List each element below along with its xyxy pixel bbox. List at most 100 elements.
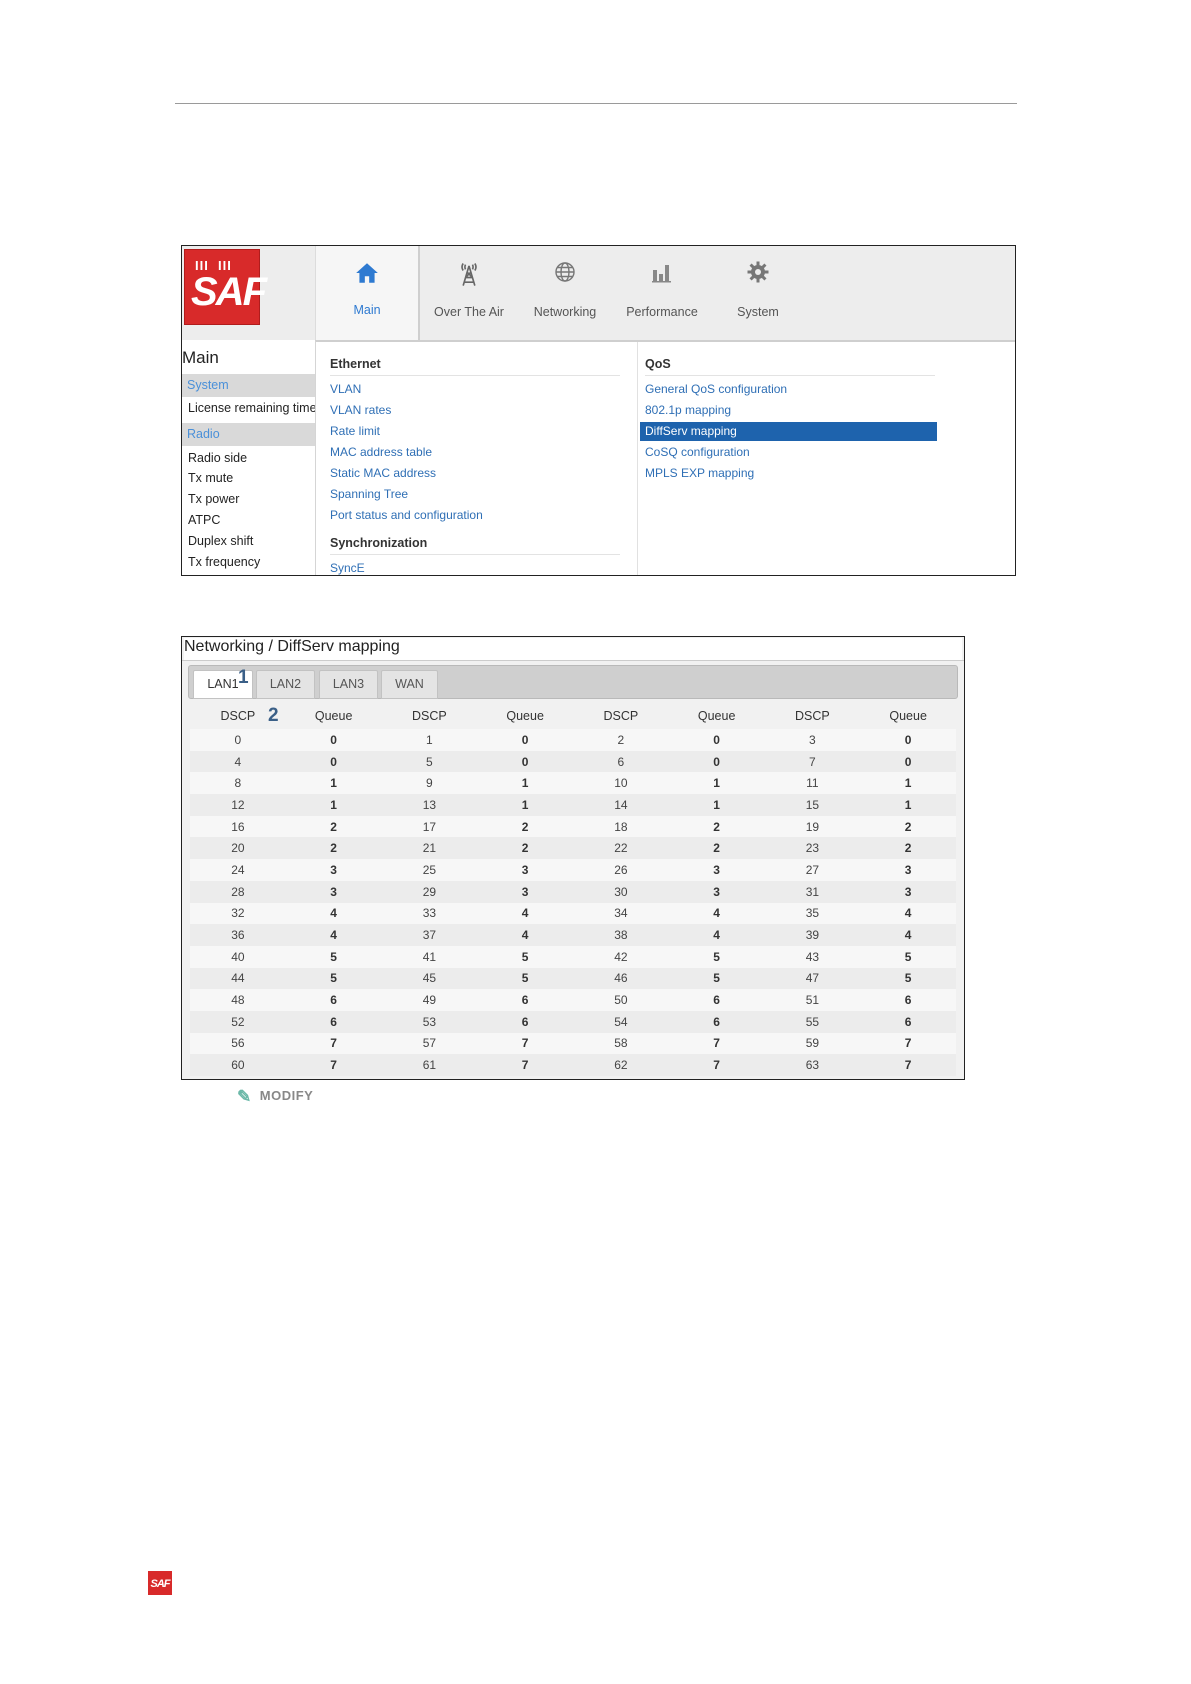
- table-row: 00102030: [190, 729, 956, 751]
- nav-system[interactable]: System: [708, 246, 808, 340]
- queue-cell: 0: [477, 729, 573, 751]
- menu-link-8021p-mapping[interactable]: 802.1p mapping: [645, 403, 731, 417]
- menu-link-diffserv-mapping[interactable]: DiffServ mapping: [640, 422, 937, 441]
- dscp-cell: 39: [764, 924, 861, 946]
- queue-cell: 4: [668, 924, 765, 946]
- menu-link-mac-address-table[interactable]: MAC address table: [330, 445, 432, 459]
- tab-lan3[interactable]: LAN3: [319, 670, 378, 699]
- queue-cell: 2: [860, 815, 956, 838]
- nav-main[interactable]: Main: [315, 246, 420, 340]
- menu-screenshot: III III SAF Main Over The Air Networking…: [181, 245, 1016, 576]
- nav-performance[interactable]: Performance: [612, 246, 712, 340]
- queue-cell: 1: [668, 794, 765, 816]
- col-header-dscp: DSCP: [220, 709, 256, 723]
- diffserv-screenshot: Networking / DiffServ mapping LAN1 LAN2 …: [181, 636, 965, 1080]
- sidebar-section-radio[interactable]: Radio: [182, 423, 315, 446]
- sidebar-item-tx-frequency[interactable]: Tx frequency: [188, 555, 260, 569]
- sidebar-title: Main: [182, 348, 219, 367]
- diffserv-table-body: 0 0 1 0 2 0 3 0 4 0 5 0 6 0 7 0 8 1 9 1 10 1 11 1 12 1 13 1 14 1 15 1 16…: [190, 729, 956, 1076]
- table-row: 36 4 37 4 38 4 39 4: [190, 924, 956, 946]
- queue-cell: 4: [860, 924, 956, 946]
- table-row: 24 3 25 3 26 3 27 3: [190, 859, 956, 881]
- dscp-cell: 51: [764, 989, 861, 1011]
- dscp-cell: 12: [190, 794, 286, 816]
- queue-cell: 4: [477, 902, 573, 925]
- modify-button[interactable]: ✎ MODIFY: [237, 1087, 313, 1107]
- queue-cell: 0: [668, 729, 765, 751]
- menu-heading-synchronization: Synchronization: [330, 536, 620, 555]
- queue-cell: 3: [860, 859, 956, 881]
- queue-cell: 4: [477, 924, 573, 946]
- nav-system-label: System: [737, 305, 779, 319]
- dscp-cell: 53: [381, 1010, 478, 1033]
- tab-lan2[interactable]: LAN2: [256, 670, 315, 699]
- queue-cell: 2: [668, 837, 765, 860]
- dscp-cell: 7: [764, 750, 861, 773]
- table-row: 28 3 29 3 30 3 31 3: [190, 880, 956, 903]
- queue-cell: 3: [668, 859, 765, 881]
- saf-logo[interactable]: III III SAF: [184, 249, 267, 325]
- queue-cell: 7: [477, 1054, 573, 1076]
- sidebar-section-system[interactable]: System: [182, 374, 315, 397]
- menu-link-port-status[interactable]: Port status and configuration: [330, 508, 483, 522]
- menu-link-general-qos[interactable]: General QoS configuration: [645, 382, 787, 396]
- menu-link-spanning-tree[interactable]: Spanning Tree: [330, 487, 408, 501]
- dscp-cell: 46: [573, 967, 669, 990]
- queue-cell: 1: [477, 772, 573, 795]
- dscp-cell: 48: [190, 989, 286, 1011]
- table-row: 8 1 9 1 10 1 11 1: [190, 772, 956, 795]
- queue-cell: 4: [285, 924, 382, 946]
- dscp-cell: 13: [381, 794, 478, 816]
- queue-cell: 3: [668, 880, 765, 903]
- header-rule: [175, 103, 1017, 104]
- menu-link-mpls-exp-mapping[interactable]: MPLS EXP mapping: [645, 466, 754, 480]
- title-divider: [182, 660, 964, 661]
- queue-cell: 6: [668, 989, 765, 1011]
- dscp-cell: 42: [573, 945, 669, 968]
- menu-link-vlan[interactable]: VLAN: [330, 382, 361, 396]
- menu-link-cosq-configuration[interactable]: CoSQ configuration: [645, 445, 750, 459]
- queue-cell: 2: [477, 837, 573, 860]
- queue-cell: 1: [285, 794, 382, 816]
- menu-heading-ethernet: Ethernet: [330, 357, 620, 376]
- port-tabs: LAN1 LAN2 LAN3 WAN: [188, 665, 958, 699]
- dscp-cell: 10: [573, 772, 669, 795]
- queue-cell: 5: [285, 967, 382, 990]
- menu-link-rate-limit[interactable]: Rate limit: [330, 424, 380, 438]
- col-header-queue: Queue: [506, 709, 544, 723]
- col-header-dscp: DSCP: [795, 709, 830, 723]
- queue-cell: 7: [285, 1054, 382, 1076]
- home-icon: [316, 260, 418, 290]
- nav-over-the-air-label: Over The Air: [434, 305, 504, 319]
- menu-link-synce[interactable]: SyncE: [330, 561, 365, 575]
- sidebar-item-radio-side[interactable]: Radio side: [188, 451, 247, 465]
- dscp-cell: 49: [381, 989, 478, 1011]
- sidebar-item-duplex-shift[interactable]: Duplex shift: [188, 534, 253, 548]
- queue-cell: 0: [477, 750, 573, 773]
- dscp-cell: 26: [573, 859, 669, 881]
- nav-over-the-air[interactable]: Over The Air: [419, 246, 519, 340]
- diffserv-table: DSCP Queue DSCP Queue DSCP Queue DSCP Qu…: [190, 703, 956, 1076]
- sidebar-item-license[interactable]: License remaining time: [188, 401, 317, 415]
- table-header-row: DSCP Queue DSCP Queue DSCP Queue DSCP Qu…: [190, 703, 956, 729]
- dscp-cell: 32: [190, 902, 286, 925]
- sidebar-item-tx-power[interactable]: Tx power: [188, 492, 239, 506]
- queue-cell: 7: [285, 1032, 382, 1055]
- queue-cell: 7: [860, 1054, 956, 1076]
- tab-wan[interactable]: WAN: [381, 670, 438, 699]
- nav-networking[interactable]: Networking: [515, 246, 615, 340]
- dscp-cell: 30: [573, 880, 669, 903]
- nav-main-label: Main: [353, 303, 381, 317]
- queue-cell: 7: [668, 1032, 765, 1055]
- app-header: III III SAF Main Over The Air Networking…: [182, 246, 1015, 340]
- dscp-cell: 4: [190, 750, 286, 773]
- col-header-queue: Queue: [889, 709, 927, 723]
- sidebar-item-atpc[interactable]: ATPC: [188, 513, 220, 527]
- table-row: 56 7 57 7 58 7 59 7: [190, 1032, 956, 1055]
- menu-link-vlan-rates[interactable]: VLAN rates: [330, 403, 391, 417]
- queue-cell: 5: [860, 945, 956, 968]
- modify-label: MODIFY: [259, 1088, 314, 1103]
- menu-link-static-mac-address[interactable]: Static MAC address: [330, 466, 436, 480]
- sidebar-item-tx-mute[interactable]: Tx mute: [188, 471, 233, 485]
- table-row: 60 7 61 7 62 7 63 7: [190, 1054, 956, 1076]
